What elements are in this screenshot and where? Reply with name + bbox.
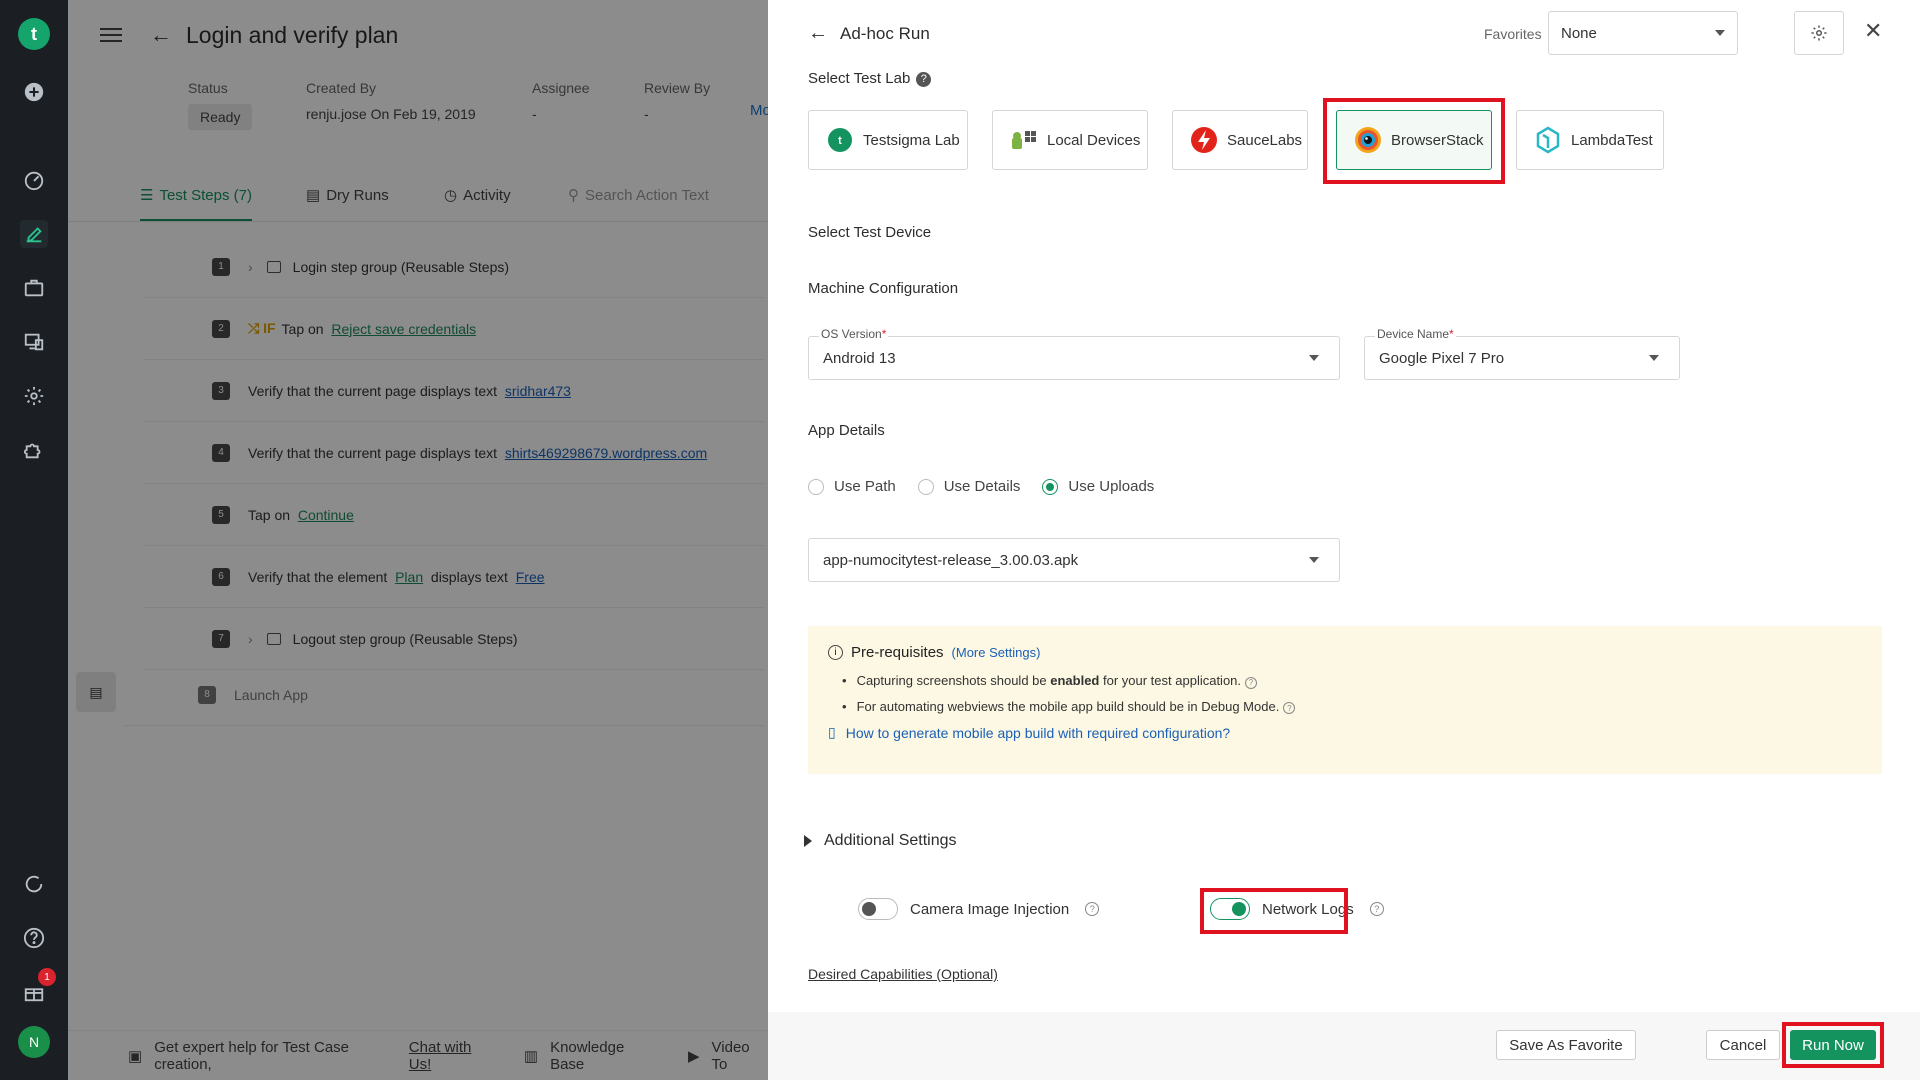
help-icon[interactable] [20,924,48,952]
devices-icon[interactable] [20,328,48,356]
cancel-button[interactable]: Cancel [1706,1030,1780,1060]
help-icon[interactable]: ? [916,71,932,87]
caret-right-icon [804,835,812,847]
more-settings-link[interactable]: (More Settings) [952,645,1041,660]
favorites-label: Favorites [1484,26,1542,42]
puzzle-icon[interactable] [20,436,48,464]
briefcase-icon[interactable] [20,274,48,302]
caret-down-icon [1649,355,1659,361]
add-icon[interactable] [20,78,48,106]
adhoc-run-drawer: ← Ad-hoc Run Favorites None ✕ Select Tes… [768,0,1920,1080]
select-test-device-label: Select Test Device [808,224,932,241]
gear-icon [1811,25,1827,41]
testsigma-logo[interactable]: t [18,18,50,50]
testsigma-logo-icon: t [825,125,855,155]
left-nav: t 1 N [0,0,68,1080]
caret-down-icon [1715,30,1725,36]
refresh-icon[interactable] [20,870,48,898]
lambdatest-logo-icon [1533,125,1563,155]
drawer-title: Ad-hoc Run [840,23,930,43]
app-details-label: App Details [808,422,885,439]
help-icon[interactable]: ? [1283,702,1296,714]
favorites-select[interactable]: None [1548,11,1738,55]
os-version-select[interactable]: OS Version* Android 13 [808,327,1340,380]
radio-use-path[interactable]: Use Path [808,478,896,495]
highlight-network-logs [1200,888,1348,934]
drawer-footer: Save As Favorite Cancel Run Now [768,1012,1920,1080]
svg-text:t: t [838,135,842,147]
settings-button[interactable] [1794,11,1844,55]
back-arrow-icon[interactable]: ← [808,22,828,45]
prerequisites-box: i Pre-requisites (More Settings) Capturi… [808,626,1882,774]
close-icon[interactable]: ✕ [1864,18,1882,44]
camera-injection-row: Camera Image Injection ? [858,898,1100,920]
additional-settings-toggle[interactable]: Additional Settings [804,832,957,850]
modal-overlay[interactable] [68,0,768,1080]
help-icon[interactable]: ? [1245,676,1258,689]
lab-saucelabs[interactable]: SauceLabs [1172,110,1308,170]
edit-icon[interactable] [20,220,48,248]
saucelabs-logo-icon [1189,125,1219,155]
notification-badge: 1 [38,968,56,986]
gift-icon[interactable]: 1 [20,968,56,1006]
radio-use-details[interactable]: Use Details [917,478,1020,495]
desired-capabilities-link[interactable]: Desired Capabilities (Optional) [808,966,998,982]
device-name-select[interactable]: Device Name* Google Pixel 7 Pro [1364,327,1680,380]
caret-down-icon [1309,355,1319,361]
lab-lambdatest[interactable]: LambdaTest [1516,110,1664,170]
help-icon[interactable]: ? [1085,902,1100,916]
highlight-run-now [1782,1022,1884,1068]
app-source-radios: Use Path Use Details Use Uploads [808,478,1154,495]
radio-use-uploads[interactable]: Use Uploads [1042,478,1154,495]
lab-testsigma[interactable]: t Testsigma Lab [808,110,968,170]
prereq-item: Capturing screenshots should be enabled … [842,673,1862,689]
select-test-lab-label: Select Test Lab? [808,70,932,87]
save-as-favorite-button[interactable]: Save As Favorite [1496,1030,1636,1060]
document-icon: ▯ [828,724,836,740]
settings-icon[interactable] [20,382,48,410]
avatar[interactable]: N [18,1026,50,1058]
highlight-browserstack [1323,98,1505,184]
info-icon: i [828,645,843,660]
caret-down-icon [1309,557,1319,563]
prereq-item: For automating webviews the mobile app b… [842,699,1862,714]
app-upload-select[interactable]: app-numocitytest-release_3.00.03.apk [808,538,1340,582]
camera-injection-switch[interactable] [858,898,898,920]
drawer-header: ← Ad-hoc Run [808,22,930,45]
android-windows-icon [1009,125,1039,155]
lab-local-devices[interactable]: Local Devices [992,110,1148,170]
howto-link[interactable]: ▯ How to generate mobile app build with … [828,724,1862,741]
help-icon[interactable]: ? [1369,902,1384,916]
machine-config-label: Machine Configuration [808,280,959,297]
dashboard-icon[interactable] [20,166,48,194]
